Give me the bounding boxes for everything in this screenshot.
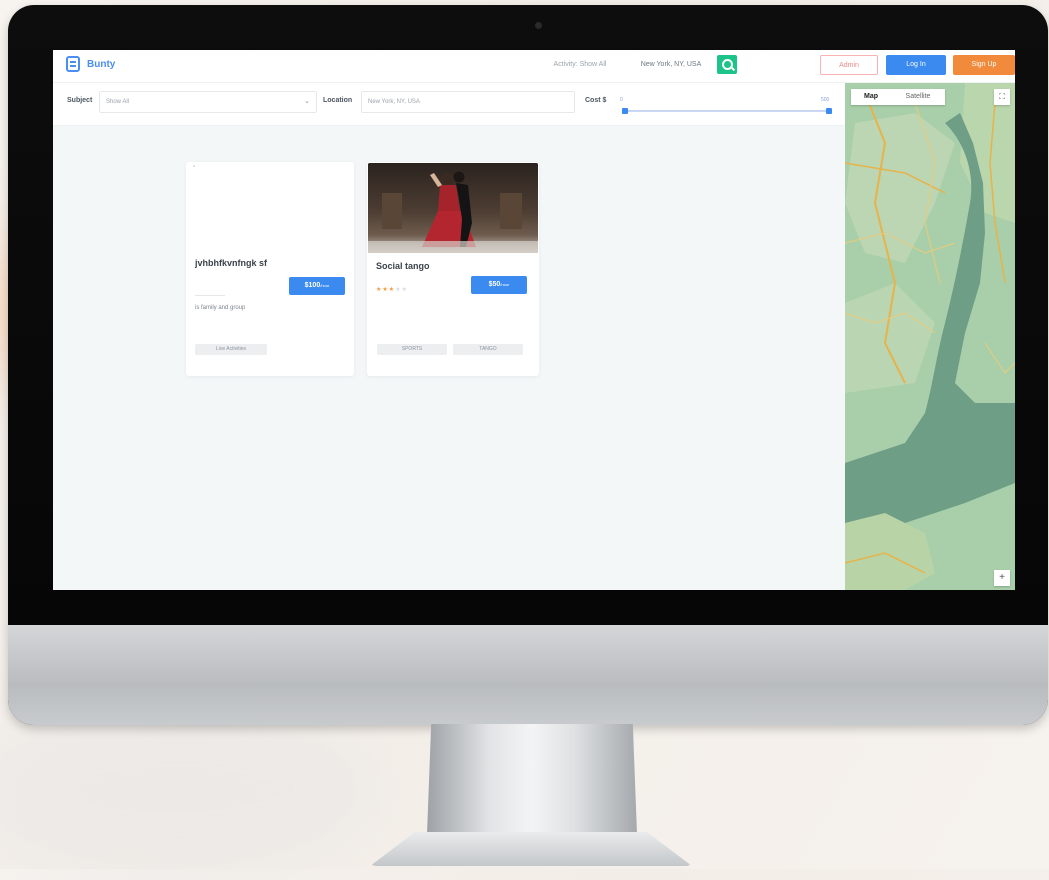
monitor-chin xyxy=(8,625,1048,725)
cost-slider-max-handle[interactable] xyxy=(826,108,832,114)
background-blob xyxy=(0,700,380,880)
location-label: Location xyxy=(323,97,353,104)
logo-icon[interactable] xyxy=(66,56,80,72)
monitor-stand-base xyxy=(370,832,692,866)
subject-label: Subject xyxy=(67,97,93,104)
location-input[interactable]: New York, NY, USA xyxy=(361,91,575,113)
monitor-stand xyxy=(427,724,637,834)
fullscreen-icon[interactable]: ⛶ xyxy=(994,89,1010,105)
tab-satellite[interactable]: Satellite xyxy=(891,89,945,105)
card-title[interactable]: jvhbhfkvnfngk sf xyxy=(195,258,267,268)
category-tag[interactable]: TANGO xyxy=(453,344,523,355)
map-canvas[interactable] xyxy=(845,83,1015,590)
activity-card[interactable]: ▪ jvhbhfkvnfngk sf $100/hour is family a… xyxy=(186,162,354,376)
category-tag[interactable]: SPORTS xyxy=(377,344,447,355)
screen: Bunty Activity: Show All New York, NY, U… xyxy=(53,50,1015,590)
search-icon xyxy=(722,59,733,70)
cost-min-value: 0 xyxy=(620,97,623,103)
logo-text[interactable]: Bunty xyxy=(87,59,115,70)
filter-bar: Subject Show All ⌄ Location New York, NY… xyxy=(53,83,845,126)
card-title[interactable]: Social tango xyxy=(376,261,430,271)
cost-slider[interactable] xyxy=(625,110,830,112)
search-button[interactable] xyxy=(717,55,737,74)
image-placeholder-icon: ▪ xyxy=(193,164,196,170)
map-type-tabs: Map Satellite xyxy=(851,89,945,105)
cost-label: Cost $ xyxy=(585,97,607,104)
subject-select[interactable]: Show All ⌄ xyxy=(99,91,317,113)
monitor: Bunty Activity: Show All New York, NY, U… xyxy=(8,5,1048,725)
card-image[interactable] xyxy=(368,163,538,253)
camera-icon xyxy=(535,22,542,29)
top-navbar: Bunty Activity: Show All New York, NY, U… xyxy=(53,50,1015,83)
star-empty-icon: ★★ xyxy=(395,287,408,293)
price-value: $50 xyxy=(488,281,501,288)
login-button[interactable]: Log In xyxy=(886,55,946,75)
zoom-in-button[interactable]: + xyxy=(994,570,1010,586)
location-search-field[interactable]: New York, NY, USA xyxy=(631,58,711,72)
cost-max-value: 500 xyxy=(821,97,830,103)
tab-map[interactable]: Map xyxy=(851,89,891,105)
admin-button[interactable]: Admin xyxy=(820,55,878,75)
price-unit: /hour xyxy=(320,283,330,288)
rating-stars: ★★★★★ xyxy=(376,286,408,293)
price-unit: /hour xyxy=(500,282,510,287)
category-tag[interactable]: Live Activities xyxy=(195,344,267,355)
chevron-down-icon: ⌄ xyxy=(304,98,310,105)
activity-card[interactable]: Social tango ★★★★★ $50/hour SPORTS TANGO xyxy=(367,162,539,376)
card-subtitle: is family and group xyxy=(195,305,246,311)
subject-select-value: Show All xyxy=(106,99,130,105)
rating-placeholder xyxy=(195,295,225,296)
star-icon: ★★★ xyxy=(376,287,396,293)
tango-dancers-image xyxy=(368,163,538,253)
signup-button[interactable]: Sign Up xyxy=(953,55,1015,75)
cost-slider-min-handle[interactable] xyxy=(622,108,628,114)
subject-search-field[interactable]: Activity: Show All xyxy=(540,58,620,72)
price-value: $100 xyxy=(304,282,321,289)
price-button[interactable]: $50/hour xyxy=(471,276,527,294)
map-view[interactable]: Map Satellite ⛶ + xyxy=(845,83,1015,590)
price-button[interactable]: $100/hour xyxy=(289,277,345,295)
